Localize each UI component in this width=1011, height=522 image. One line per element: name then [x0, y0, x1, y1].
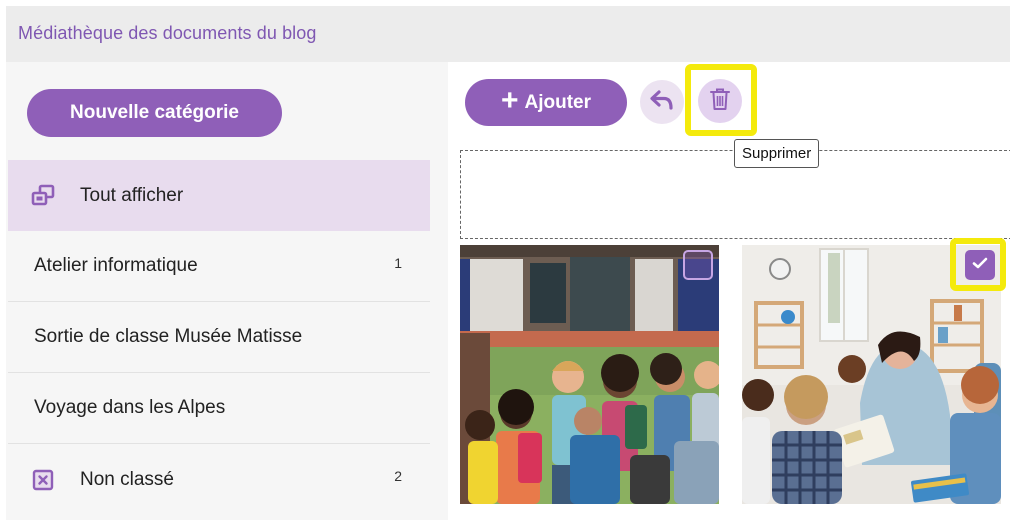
- show-all-icon: [30, 183, 56, 209]
- uncategorized-icon: [30, 467, 56, 493]
- sidebar-item-label: Non classé: [80, 468, 174, 490]
- schoolyard-photo: [460, 245, 719, 504]
- title-bar: Médiathèque des documents du blog: [6, 6, 1010, 62]
- sidebar-item-voyage-alpes[interactable]: Voyage dans les Alpes: [8, 373, 430, 444]
- category-list: Tout afficher Atelier informatique 1 Sor…: [8, 160, 430, 515]
- item-count: 2: [394, 468, 402, 484]
- add-button[interactable]: + Ajouter: [465, 79, 627, 126]
- add-button-label: Ajouter: [524, 91, 592, 113]
- sidebar-item-label: Tout afficher: [80, 184, 184, 206]
- media-toolbar: + Ajouter: [448, 62, 1010, 138]
- window-title: Médiathèque des documents du blog: [18, 23, 317, 43]
- sidebar-item-atelier-informatique[interactable]: Atelier informatique 1: [8, 231, 430, 302]
- category-sidebar: Nouvelle catégorie Tout afficher Atelier…: [6, 62, 448, 520]
- media-panel: + Ajouter Supprimer: [448, 62, 1010, 520]
- delete-button[interactable]: [698, 79, 742, 123]
- sidebar-item-show-all[interactable]: Tout afficher: [8, 160, 430, 231]
- undo-button[interactable]: [640, 80, 684, 124]
- plus-icon: +: [500, 84, 519, 117]
- item-count: 1: [394, 255, 402, 271]
- sidebar-item-label: Voyage dans les Alpes: [34, 397, 226, 418]
- undo-icon: [649, 89, 675, 116]
- trash-icon: [709, 87, 731, 116]
- sidebar-item-label: Sortie de classe Musée Matisse: [34, 326, 303, 347]
- delete-tooltip: Supprimer: [734, 139, 820, 168]
- selection-highlight: [950, 238, 1006, 291]
- select-checkbox[interactable]: [683, 250, 713, 280]
- media-thumbnail-schoolyard[interactable]: [460, 245, 719, 504]
- sidebar-item-label: Atelier informatique: [34, 255, 198, 276]
- sidebar-item-sortie-musee-matisse[interactable]: Sortie de classe Musée Matisse: [8, 302, 430, 373]
- media-library-window: Médiathèque des documents du blog Nouvel…: [6, 6, 1010, 520]
- sidebar-item-non-classe[interactable]: Non classé 2: [8, 444, 430, 515]
- new-category-button[interactable]: Nouvelle catégorie: [27, 89, 282, 137]
